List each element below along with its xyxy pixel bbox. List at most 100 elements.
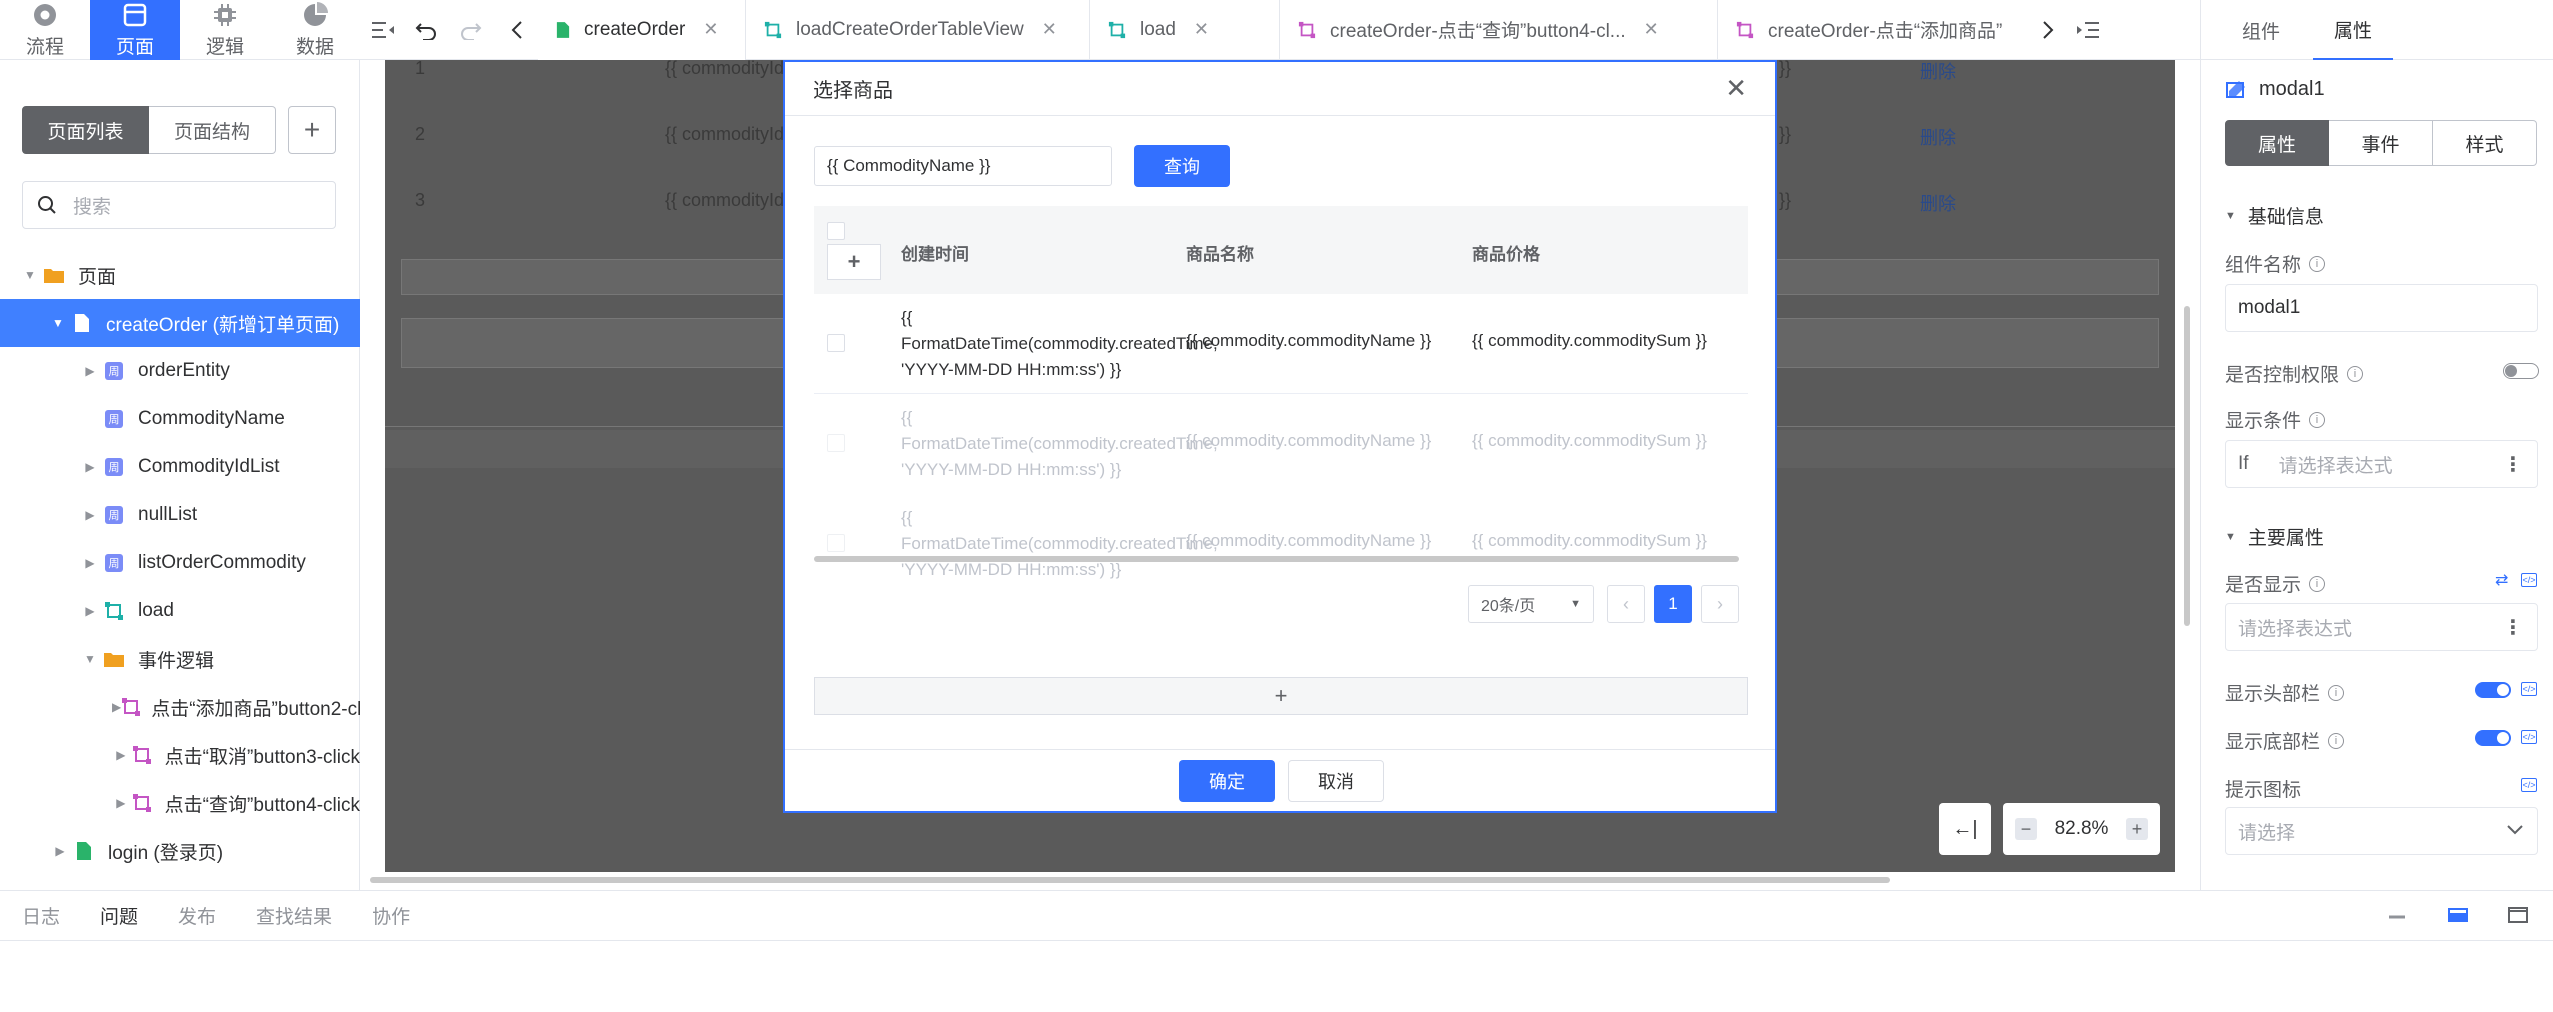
prompt-icon-select[interactable]: 请选择	[2225, 807, 2538, 855]
caret-down-icon[interactable]: ▼	[80, 652, 100, 666]
delete-link[interactable]: 删除	[1920, 60, 1956, 84]
caret-down-icon[interactable]: ▼	[48, 316, 68, 330]
horizontal-scrollbar[interactable]	[370, 877, 1890, 883]
display-condition-input[interactable]: If 请选择表达式 ⋮	[2225, 440, 2538, 488]
tab-createorder-query-logic[interactable]: createOrder-点击“查询”button4-cl... ✕	[1280, 0, 1718, 60]
caret-right-icon[interactable]: ▶	[80, 556, 100, 570]
section-basic[interactable]: ▼ 基础信息	[2225, 202, 2324, 229]
add-column-button[interactable]: +	[827, 244, 881, 280]
permission-toggle[interactable]	[2503, 363, 2539, 379]
rail-item-logic[interactable]: 逻辑	[180, 0, 270, 60]
dock-icon[interactable]	[2447, 904, 2469, 926]
tab-attributes[interactable]: 属性	[2225, 120, 2329, 166]
row-checkbox[interactable]	[827, 534, 845, 552]
tab-publish[interactable]: 发布	[178, 902, 216, 929]
tab-loadcreateordertableview[interactable]: loadCreateOrderTableView ✕	[746, 0, 1090, 60]
minimize-icon[interactable]	[2386, 904, 2408, 926]
tab-createorder[interactable]: createOrder ✕	[538, 0, 746, 60]
tree-node-logic[interactable]: ▶ 点击“取消”button3-click	[0, 731, 360, 779]
chevron-left-icon[interactable]	[496, 0, 538, 60]
tab-events[interactable]: 事件	[2329, 120, 2433, 166]
more-icon[interactable]: ⋮	[2503, 615, 2523, 640]
rail-item-flow[interactable]: 流程	[0, 0, 90, 60]
more-icon[interactable]: ⋮	[2503, 452, 2523, 477]
undo-icon[interactable]	[406, 0, 446, 60]
row-checkbox[interactable]	[827, 434, 845, 452]
outline-toggle-icon[interactable]	[360, 0, 406, 60]
delete-link[interactable]: 删除	[1920, 124, 1956, 150]
caret-right-icon[interactable]: ▶	[50, 844, 70, 858]
confirm-button[interactable]: 确定	[1179, 760, 1275, 802]
tree-node-login[interactable]: ▶ login (登录页)	[0, 827, 360, 875]
rail-item-page[interactable]: 页面	[90, 0, 180, 60]
tree-node-variable[interactable]: ▶ 周 nullList	[0, 491, 360, 539]
show-header-toggle[interactable]	[2475, 682, 2511, 698]
table-scrollbar[interactable]	[814, 556, 1739, 562]
component-name-input[interactable]: modal1	[2225, 284, 2538, 332]
code-icon[interactable]: </>	[2521, 730, 2537, 744]
tree-node-logic[interactable]: ▶ 点击“添加商品”button2-click	[0, 683, 360, 731]
page-button-current[interactable]: 1	[1654, 585, 1692, 623]
tree-node-variable[interactable]: ▶ 周 listOrderCommodity	[0, 539, 360, 587]
maximize-icon[interactable]	[2507, 904, 2529, 926]
tree-node-logic[interactable]: ▶ 点击“查询”button4-click	[0, 779, 360, 827]
query-button[interactable]: 查询	[1134, 145, 1230, 187]
close-icon[interactable]: ✕	[1725, 73, 1747, 104]
tab-components[interactable]: 组件	[2221, 0, 2301, 60]
tab-properties[interactable]: 属性	[2313, 0, 2393, 60]
caret-right-icon[interactable]: ▶	[112, 700, 121, 714]
tab-log[interactable]: 日志	[22, 902, 60, 929]
section-main[interactable]: ▼ 主要属性	[2225, 523, 2324, 550]
tree-node-pages[interactable]: ▼ 页面	[0, 251, 360, 299]
tab-problems[interactable]: 问题	[100, 902, 138, 929]
close-icon[interactable]: ✕	[1042, 19, 1057, 40]
caret-right-icon[interactable]: ▶	[80, 364, 100, 378]
caret-right-icon[interactable]: ▶	[80, 604, 100, 618]
select-all-checkbox[interactable]	[827, 222, 845, 240]
caret-right-icon[interactable]: ▶	[112, 796, 130, 810]
row-checkbox[interactable]	[827, 334, 845, 352]
page-structure-tab[interactable]: 页面结构	[149, 106, 276, 154]
next-page-button[interactable]: ›	[1701, 585, 1739, 623]
tab-collaboration[interactable]: 协作	[372, 902, 410, 929]
panel-toggle-icon[interactable]	[2068, 0, 2108, 60]
chevron-right-icon[interactable]	[2028, 0, 2068, 60]
tab-styles[interactable]: 样式	[2433, 120, 2537, 166]
tree-node-load[interactable]: ▶ load	[0, 587, 360, 635]
caret-right-icon[interactable]: ▶	[80, 460, 100, 474]
caret-down-icon[interactable]: ▼	[20, 268, 40, 282]
cancel-button[interactable]: 取消	[1288, 760, 1384, 802]
tree-node-variable[interactable]: 周 CommodityName	[0, 395, 360, 443]
code-icon[interactable]: </>	[2521, 778, 2537, 792]
rail-item-data[interactable]: 数据	[270, 0, 360, 60]
tree-node-variable[interactable]: ▶ 周 orderEntity	[0, 347, 360, 395]
tree-node-variable[interactable]: ▶ 周 CommodityIdList	[0, 443, 360, 491]
prev-page-button[interactable]: ‹	[1607, 585, 1645, 623]
table-row[interactable]: {{ FormatDateTime(commodity.createdTime,…	[814, 294, 1748, 394]
table-row[interactable]: {{ FormatDateTime(commodity.createdTime,…	[814, 394, 1748, 494]
add-row-button[interactable]: +	[814, 677, 1748, 715]
tree-node-createorder[interactable]: ▼ createOrder (新增订单页面)	[0, 299, 360, 347]
page-size-select[interactable]: 20条/页 ▼	[1468, 585, 1594, 623]
code-icon[interactable]: </>	[2521, 573, 2537, 587]
tree-node-event-logic[interactable]: ▼ 事件逻辑	[0, 635, 360, 683]
show-footer-toggle[interactable]	[2475, 730, 2511, 746]
vertical-scrollbar[interactable]	[2184, 306, 2190, 626]
redo-icon[interactable]	[446, 0, 496, 60]
tab-load[interactable]: load ✕	[1090, 0, 1280, 60]
tab-createorder-addgoods-logic[interactable]: createOrder-点击“添加商品”	[1718, 0, 2028, 60]
table-row[interactable]: {{ FormatDateTime(commodity.createdTime,…	[814, 494, 1748, 594]
add-page-button[interactable]: +	[288, 106, 336, 154]
collapse-panel-button[interactable]: ←|	[1939, 803, 1991, 855]
caret-right-icon[interactable]: ▶	[112, 748, 130, 762]
tab-find-results[interactable]: 查找结果	[256, 902, 332, 929]
close-icon[interactable]: ✕	[1644, 19, 1659, 40]
page-list-tab[interactable]: 页面列表	[22, 106, 149, 154]
zoom-in-button[interactable]: +	[2126, 818, 2148, 840]
display-expression-input[interactable]: 请选择表达式 ⋮	[2225, 603, 2538, 651]
close-icon[interactable]: ✕	[1194, 19, 1209, 40]
caret-right-icon[interactable]: ▶	[80, 508, 100, 522]
zoom-out-button[interactable]: −	[2015, 818, 2037, 840]
search-input[interactable]: 搜索	[22, 181, 336, 229]
commodity-name-input[interactable]: {{ CommodityName }}	[814, 146, 1112, 186]
